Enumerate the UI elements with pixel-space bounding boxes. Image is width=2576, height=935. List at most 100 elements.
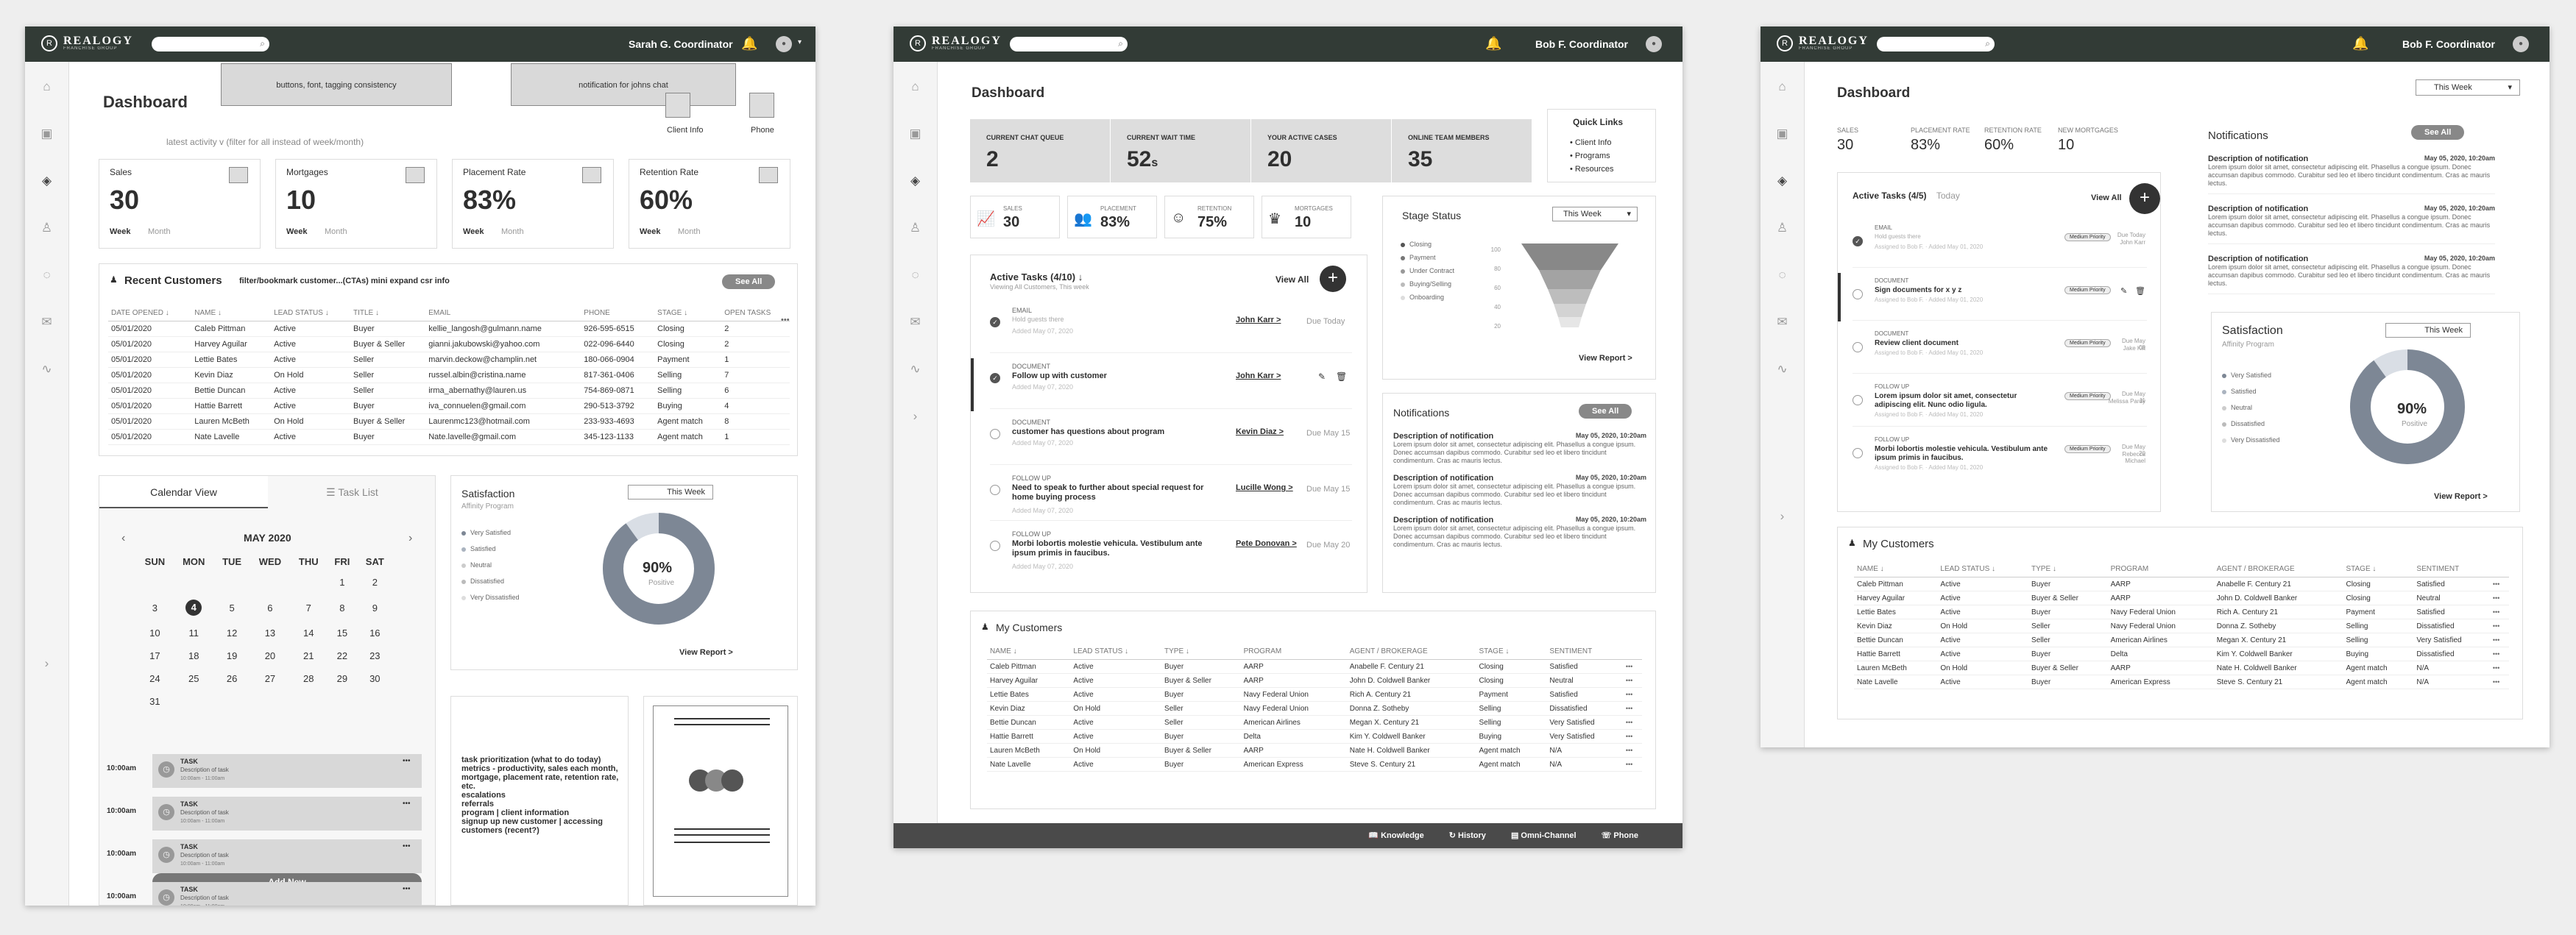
calendar-day[interactable]: 25 xyxy=(174,667,214,690)
more-icon[interactable]: ••• xyxy=(2489,675,2509,689)
user-icon[interactable]: ♙ xyxy=(894,221,937,235)
realogy-logo[interactable]: R REALOGY FRANCHISE GROUP xyxy=(41,35,133,51)
calendar-day[interactable]: 11 xyxy=(174,622,214,644)
user-name[interactable]: Sarah G. Coordinator xyxy=(629,38,733,50)
calendar-day[interactable]: 27 xyxy=(250,667,290,690)
more-icon[interactable]: ••• xyxy=(403,757,411,765)
realogy-logo[interactable]: R REALOGY FRANCHISE GROUP xyxy=(910,35,1002,51)
week-toggle[interactable]: Week xyxy=(463,227,484,236)
task-checkbox[interactable] xyxy=(1853,395,1863,405)
table-row[interactable]: 05/01/2020 Bettie Duncan Active Seller irma_… xyxy=(108,383,790,399)
next-month-icon[interactable]: › xyxy=(408,532,412,545)
column-header[interactable]: NAME ↓ xyxy=(987,644,1071,660)
column-header[interactable]: TITLE ↓ xyxy=(350,305,426,321)
calendar-day[interactable]: 26 xyxy=(214,667,250,690)
table-row[interactable]: Bettie Duncan Active Seller American Airlin… xyxy=(1854,633,2509,647)
user-name[interactable]: Bob F. Coordinator xyxy=(2402,38,2495,50)
calendar-day[interactable]: 18 xyxy=(174,644,214,667)
notification-item[interactable]: Description of notification May 05, 2020,… xyxy=(2208,205,2495,244)
avatar[interactable]: ● xyxy=(1646,36,1662,52)
column-header[interactable]: PROGRAM xyxy=(2107,561,2214,577)
column-header[interactable]: NAME ↓ xyxy=(1854,561,1938,577)
task-checkbox[interactable] xyxy=(1853,448,1863,458)
task-item[interactable]: ◷ TASK Description of task 10:00am - 11:00a… xyxy=(152,839,422,873)
calendar-day[interactable]: 8 xyxy=(327,594,357,622)
more-icon[interactable]: ••• xyxy=(1622,743,1642,758)
table-row[interactable]: Kevin Diaz On Hold Seller Navy Federal Unio… xyxy=(1854,619,2509,633)
more-icon[interactable]: ••• xyxy=(1622,701,1642,716)
notification-item[interactable]: Description of notification May 05, 2020,… xyxy=(2208,255,2495,294)
week-filter[interactable]: This Week ▾ xyxy=(1552,207,1638,221)
week-toggle[interactable]: Week xyxy=(110,227,131,236)
avatar[interactable]: ● xyxy=(776,36,792,52)
activity-icon[interactable]: ∿ xyxy=(1761,362,1804,377)
more-icon[interactable]: ••• xyxy=(2489,619,2509,633)
add-task-button[interactable]: + xyxy=(1320,266,1346,292)
calendar-day[interactable]: 31 xyxy=(136,690,174,713)
notification-item[interactable]: Description of notification May 05, 2020,… xyxy=(1393,516,1646,549)
more-icon[interactable]: ••• xyxy=(403,885,411,893)
task-assignee-link[interactable]: Lucille Wong > xyxy=(1236,483,1293,492)
table-row[interactable]: 05/01/2020 Lauren McBeth On Hold Buyer & Se… xyxy=(108,413,790,430)
calendar-day[interactable]: 7 xyxy=(290,594,327,622)
month-toggle[interactable]: Month xyxy=(148,227,171,236)
task-item[interactable]: ◷ TASK Description of task 10:00am - 11:00a… xyxy=(152,754,422,788)
week-toggle[interactable]: Week xyxy=(286,227,308,236)
week-filter[interactable]: This Week ▾ xyxy=(2416,79,2520,96)
column-header[interactable]: SENTIMENT xyxy=(1546,644,1623,660)
table-row[interactable]: 05/01/2020 Hattie Barrett Active Buyer iva_c… xyxy=(108,398,790,414)
task-assignee-link[interactable]: John Karr > xyxy=(1236,371,1281,380)
task-checkbox[interactable] xyxy=(990,485,1000,495)
activity-icon[interactable]: ∿ xyxy=(25,362,68,377)
sort-icon[interactable]: ↓ xyxy=(1078,271,1083,282)
column-header[interactable]: AGENT / BROKERAGE xyxy=(1346,644,1476,660)
view-all-link[interactable]: View All xyxy=(1275,274,1309,285)
table-row[interactable]: Harvey Aguilar Active Buyer & Seller AARP Jo… xyxy=(987,673,1642,688)
task-item[interactable]: ◷ TASK Description of task 10:00am - 11:00a… xyxy=(152,882,422,906)
calendar-day[interactable]: 30 xyxy=(358,667,392,690)
calendar-day[interactable]: 16 xyxy=(358,622,392,644)
quick-link[interactable]: • Client Info xyxy=(1570,136,1614,149)
expand-icon[interactable]: › xyxy=(894,409,937,424)
table-row[interactable]: Hattie Barrett Active Buyer Delta Kim Y. Col… xyxy=(987,729,1642,744)
table-row[interactable]: Lettie Bates Active Buyer Navy Federal Unio… xyxy=(987,687,1642,702)
more-icon[interactable]: ••• xyxy=(2489,633,2509,647)
task-assignee-link[interactable]: Kevin Diaz > xyxy=(1236,427,1284,436)
see-all-button[interactable]: See All xyxy=(2411,125,2465,140)
more-icon[interactable]: ••• xyxy=(2489,605,2509,619)
table-row[interactable]: Lauren McBeth On Hold Buyer & Seller AARP Na… xyxy=(987,743,1642,758)
doc-icon[interactable]: ▣ xyxy=(1761,127,1804,141)
bell-icon[interactable]: 🔔 xyxy=(1485,36,1501,51)
month-toggle[interactable]: Month xyxy=(325,227,347,236)
task-checkbox[interactable]: ✓ xyxy=(1853,236,1863,246)
column-header[interactable]: DATE OPENED ↓ xyxy=(108,305,192,321)
user-icon[interactable]: ♙ xyxy=(25,221,68,235)
view-report-link[interactable]: View Report > xyxy=(1579,354,1632,363)
calendar-day[interactable]: 28 xyxy=(290,667,327,690)
calendar-day[interactable]: 2 xyxy=(358,571,392,594)
calendar-day[interactable]: 22 xyxy=(327,644,357,667)
footer-tab[interactable]: ☏ Phone xyxy=(1602,831,1638,840)
mail-icon[interactable]: ✉ xyxy=(1761,315,1804,330)
more-icon[interactable]: ••• xyxy=(1622,673,1642,688)
table-row[interactable]: Bettie Duncan Active Seller American Airlin… xyxy=(987,715,1642,730)
task-checkbox[interactable] xyxy=(1853,342,1863,352)
calendar-day[interactable]: 21 xyxy=(290,644,327,667)
notification-item[interactable]: Description of notification May 05, 2020,… xyxy=(1393,474,1646,507)
table-row[interactable]: Lauren McBeth On Hold Buyer & Seller AARP Na… xyxy=(1854,661,2509,675)
view-report-link[interactable]: View Report > xyxy=(2434,492,2488,501)
expand-icon[interactable]: › xyxy=(1761,509,1804,524)
table-row[interactable]: 05/01/2020 Caleb Pittman Active Buyer kellie… xyxy=(108,321,790,337)
footer-tab[interactable]: ↻ History xyxy=(1449,831,1486,840)
calendar-day[interactable]: 19 xyxy=(214,644,250,667)
week-filter[interactable]: This Week xyxy=(2385,323,2471,338)
calendar-day[interactable]: 23 xyxy=(358,644,392,667)
calendar-day[interactable]: 13 xyxy=(250,622,290,644)
table-row[interactable]: Caleb Pittman Active Buyer AARP Anabelle F. … xyxy=(1854,577,2509,591)
column-header[interactable]: LEAD STATUS ↓ xyxy=(1937,561,2029,577)
column-header[interactable]: TYPE ↓ xyxy=(1161,644,1241,660)
more-icon[interactable]: ••• xyxy=(1622,715,1642,730)
table-row[interactable]: Harvey Aguilar Active Buyer & Seller AARP Jo… xyxy=(1854,591,2509,605)
chat-icon[interactable]: ◌ xyxy=(25,268,68,282)
layers-icon[interactable]: ◈ xyxy=(25,174,68,188)
